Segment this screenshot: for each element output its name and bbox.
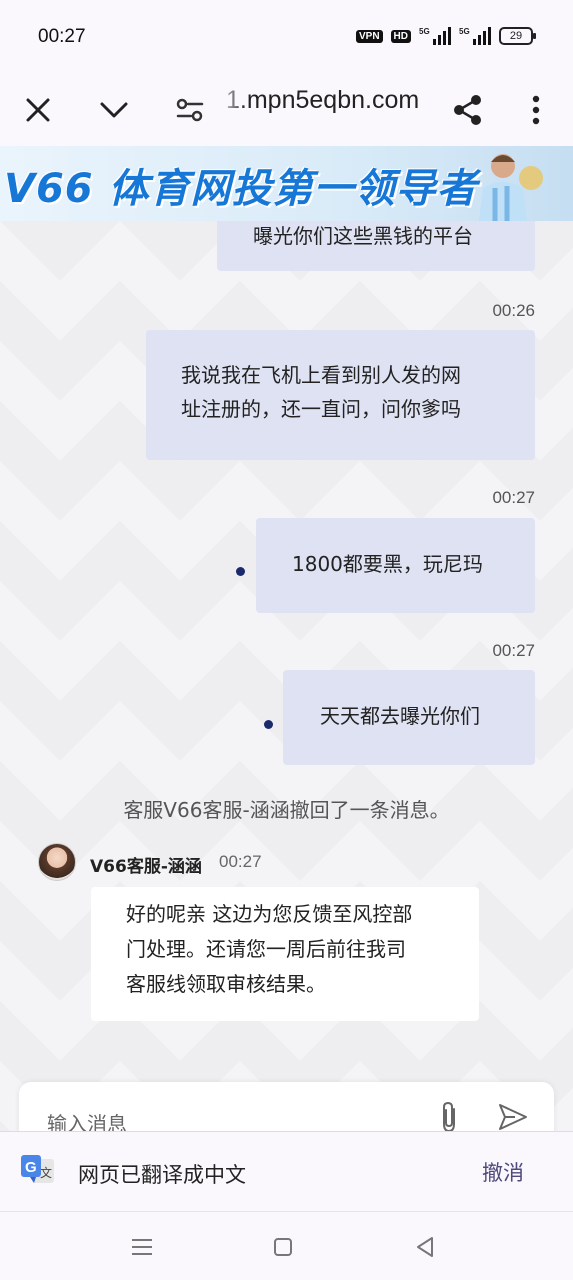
message-line: 天天都去曝光你们: [320, 704, 480, 728]
message-bubble: 我说我在飞机上看到别人发的网 址注册的，还一直问，问你爹吗: [146, 330, 535, 460]
signal-icon-2: 5G: [459, 27, 491, 45]
site-settings-icon[interactable]: [168, 88, 212, 132]
home-nav-icon[interactable]: [268, 1232, 298, 1262]
message-time: 00:27: [492, 488, 535, 507]
chevron-down-icon[interactable]: [92, 88, 136, 132]
network-type-2: 5G: [459, 27, 470, 36]
message-bubble-partial: 曝光你们这些黑钱的平台: [217, 221, 535, 271]
menu-nav-icon[interactable]: [127, 1232, 157, 1262]
translate-status-text: 网页已翻译成中文: [78, 1163, 246, 1187]
message-line: 址注册的，还一直问，问你爹吗: [181, 397, 461, 421]
network-type-1: 5G: [419, 27, 430, 36]
undo-translate-button[interactable]: 撤消: [482, 1157, 524, 1187]
unread-dot: [264, 720, 273, 729]
share-icon[interactable]: [446, 88, 490, 132]
agent-name: V66客服-涵涵: [90, 857, 202, 877]
agent-message-time: 00:27: [219, 852, 262, 871]
svg-text:文: 文: [40, 1165, 52, 1180]
send-icon[interactable]: [497, 1102, 529, 1131]
message-line: 客服线领取审核结果。: [126, 972, 326, 996]
player-image: [479, 154, 543, 221]
chat-area[interactable]: 曝光你们这些黑钱的平台 00:26 我说我在飞机上看到别人发的网 址注册的，还一…: [0, 221, 573, 1131]
message-line: 1800都要黑，玩尼玛: [292, 552, 483, 576]
message-bubble: 天天都去曝光你们: [283, 670, 535, 765]
message-line: 我说我在飞机上看到别人发的网: [181, 363, 461, 387]
attachment-icon[interactable]: [437, 1100, 461, 1131]
message-time: 00:26: [492, 301, 535, 320]
hd-badge: HD: [390, 29, 411, 43]
svg-text:G: G: [25, 1159, 37, 1176]
message-bubble: 1800都要黑，玩尼玛: [256, 518, 535, 613]
message-line: 门处理。还请您一周后前往我司: [126, 937, 406, 961]
status-time: 00:27: [38, 26, 86, 47]
recall-notice: 客服V66客服-涵涵撤回了一条消息。: [123, 798, 450, 822]
browser-toolbar: 1.mpn5eqbn.com: [0, 74, 573, 146]
google-translate-icon: 文 G: [21, 1155, 54, 1183]
message-input-box[interactable]: 输入消息: [19, 1082, 554, 1131]
unread-dot: [236, 567, 245, 576]
url-text[interactable]: 1.mpn5eqbn.com: [226, 86, 419, 115]
url-fade: [216, 84, 246, 132]
banner-text: V66 体育网投第一领导者: [4, 166, 478, 212]
message-input-placeholder: 输入消息: [47, 1112, 127, 1131]
status-indicators: VPN HD 5G 5G 29: [355, 27, 536, 45]
battery-icon: 29: [499, 27, 536, 45]
close-icon[interactable]: [16, 88, 60, 132]
status-bar: 00:27 VPN HD 5G 5G 29: [0, 0, 573, 74]
signal-icon-1: 5G: [419, 27, 451, 45]
message-line: 好的呢亲 这边为您反馈至风控部: [126, 902, 413, 926]
system-nav-bar: [0, 1211, 573, 1280]
v66-banner[interactable]: V66 体育网投第一领导者: [0, 146, 573, 221]
back-nav-icon[interactable]: [410, 1232, 440, 1262]
agent-avatar[interactable]: [38, 843, 76, 881]
more-menu-icon[interactable]: [514, 88, 558, 132]
agent-message-bubble: 好的呢亲 这边为您反馈至风控部 门处理。还请您一周后前往我司 客服线领取审核结果…: [91, 887, 479, 1021]
message-text: 曝光你们这些黑钱的平台: [253, 224, 473, 248]
message-time: 00:27: [492, 641, 535, 660]
translate-bar: 文 G 网页已翻译成中文 撤消: [0, 1131, 573, 1211]
vpn-badge: VPN: [355, 29, 383, 43]
